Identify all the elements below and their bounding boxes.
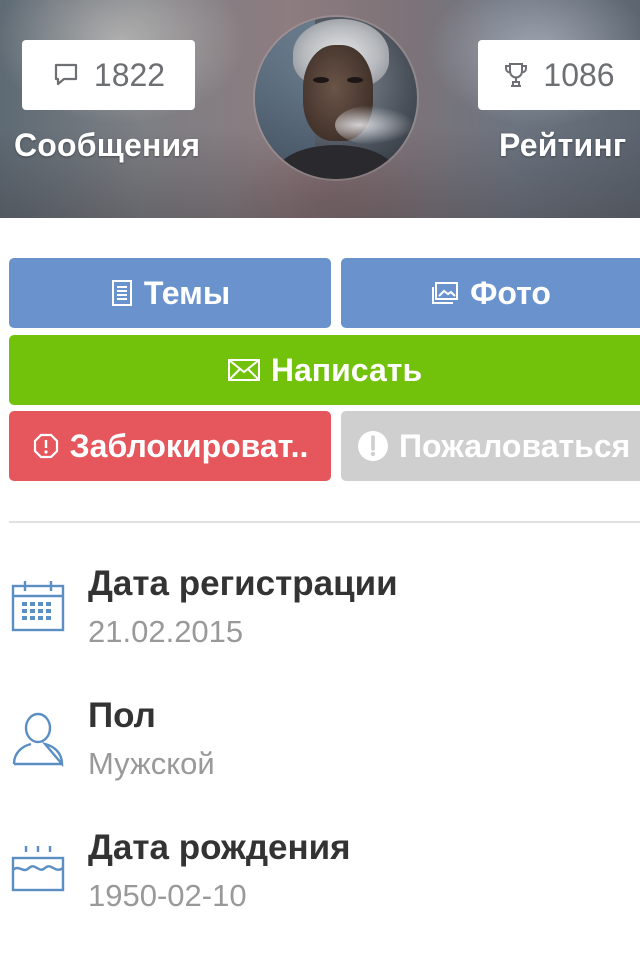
birthday-cake-icon (11, 846, 65, 892)
exclamation-icon (358, 431, 388, 461)
info-title: Дата регистрации (88, 564, 398, 603)
calendar-icon (11, 581, 65, 632)
info-value: 1950-02-10 (88, 878, 247, 913)
topics-button[interactable]: Темы (9, 258, 331, 328)
rating-count-box[interactable]: 1086 (478, 40, 640, 110)
trophy-icon (505, 63, 528, 87)
info-item-birth-date: Дата рождения 1950-02-10 (0, 824, 640, 934)
write-message-button[interactable]: Написать (9, 335, 640, 405)
section-divider (9, 521, 640, 523)
photo-button[interactable]: Фото (341, 258, 640, 328)
info-value: 21.02.2015 (88, 614, 244, 649)
rating-count: 1086 (543, 56, 615, 93)
person-icon (12, 712, 64, 768)
info-title: Пол (88, 696, 156, 735)
messages-count: 1822 (93, 56, 166, 93)
speech-bubble-icon (54, 63, 78, 86)
document-icon (111, 280, 132, 306)
info-item-registration-date: Дата регистрации 21.02.2015 (0, 560, 640, 670)
block-button-label: Заблокироват.. (69, 427, 309, 464)
profile-header: 1822 Сообщения 1086 Рейтинг (0, 0, 640, 218)
report-user-button[interactable]: Пожаловаться (341, 411, 640, 481)
block-icon (33, 433, 58, 459)
user-avatar[interactable] (255, 17, 417, 179)
report-button-label: Пожаловаться (399, 427, 631, 464)
messages-count-box[interactable]: 1822 (22, 40, 195, 110)
info-title: Дата рождения (88, 828, 351, 867)
photo-button-label: Фото (470, 274, 551, 311)
messages-label: Сообщения (14, 127, 201, 163)
topics-button-label: Темы (143, 274, 231, 311)
write-button-label: Написать (270, 351, 423, 388)
envelope-icon (227, 359, 260, 381)
info-value: Мужской (88, 746, 215, 781)
block-user-button[interactable]: Заблокироват.. (9, 411, 331, 481)
rating-label: Рейтинг (499, 127, 627, 163)
info-item-gender: Пол Мужской (0, 692, 640, 802)
photos-icon (432, 282, 459, 304)
